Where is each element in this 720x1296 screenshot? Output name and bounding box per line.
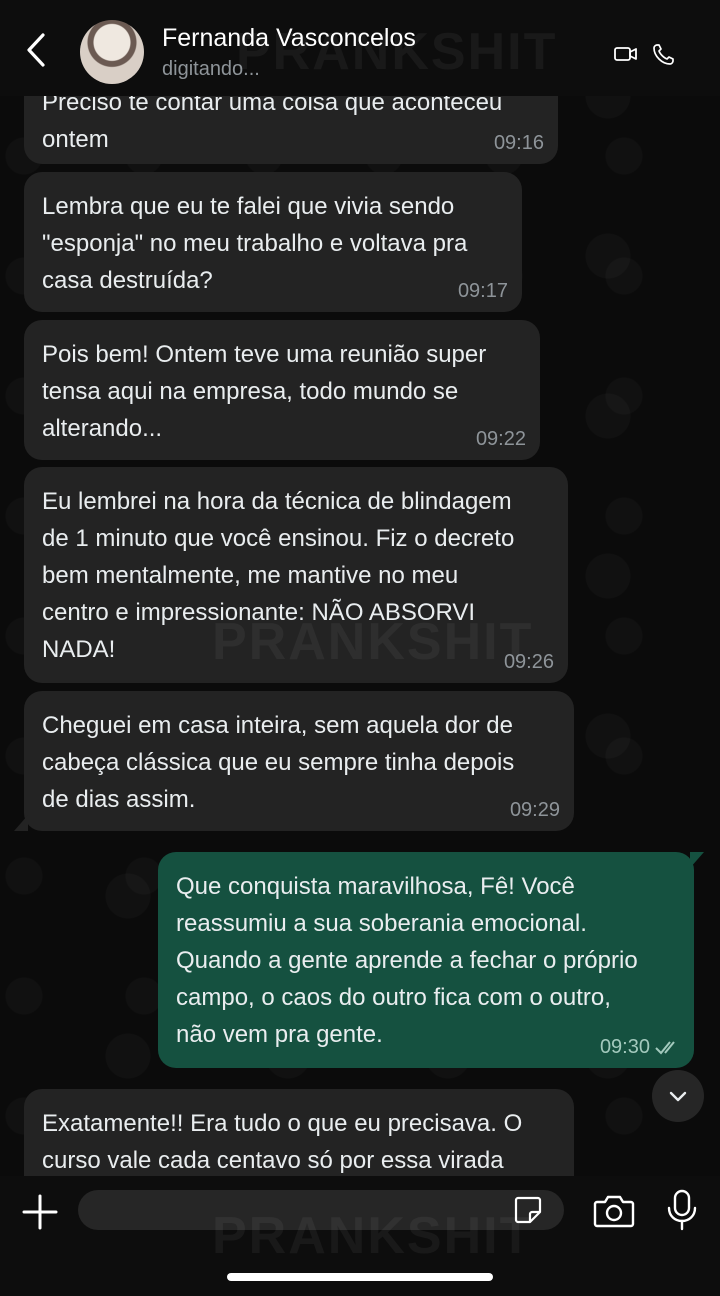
message-bubble-outgoing[interactable]: Que conquista maravilhosa, Fê! Você reas… xyxy=(158,852,704,1068)
chevron-down-icon xyxy=(669,1091,687,1102)
message-text: Cheguei em casa inteira, sem aquela dor … xyxy=(42,712,515,813)
double-check-icon xyxy=(655,1041,675,1055)
message-time: 09:17 xyxy=(457,280,508,302)
message-text: Eu lembrei na hora da técnica de blindag… xyxy=(42,488,515,663)
message-text: Exatamente!! Era tudo o que eu precisava… xyxy=(42,1110,523,1174)
message-time: 09:22 xyxy=(475,428,526,450)
phone-icon[interactable] xyxy=(650,40,678,68)
message-time: 09:30 xyxy=(599,1036,650,1058)
chat-header: Fernanda Vasconcelos digitando... xyxy=(0,0,720,96)
camera-icon[interactable] xyxy=(592,1192,636,1230)
message-list[interactable]: Preciso te contar uma coisa que acontece… xyxy=(0,0,720,1176)
home-indicator xyxy=(227,1273,493,1281)
message-input[interactable] xyxy=(78,1190,564,1230)
back-button[interactable] xyxy=(18,30,54,70)
message-text: Pois bem! Ontem teve uma reunião super t… xyxy=(42,341,487,442)
plus-icon[interactable] xyxy=(20,1192,60,1232)
message-text: Lembra que eu te falei que vivia sendo "… xyxy=(42,193,468,294)
message-bubble-incoming[interactable]: Eu lembrei na hora da técnica de blindag… xyxy=(24,467,568,683)
message-time: 09:29 xyxy=(509,799,560,821)
scroll-to-bottom-button[interactable] xyxy=(652,1070,704,1122)
message-bubble-incoming[interactable]: Lembra que eu te falei que vivia sendo "… xyxy=(24,172,522,312)
message-bubble-incoming[interactable]: Cheguei em casa inteira, sem aquela dor … xyxy=(14,691,574,831)
chevron-left-icon xyxy=(27,33,45,67)
message-bubble-incoming[interactable]: Pois bem! Ontem teve uma reunião super t… xyxy=(24,320,540,460)
message-time: 09:16 xyxy=(493,132,544,154)
message-text: Que conquista maravilhosa, Fê! Você reas… xyxy=(176,873,638,1048)
message-bubble-incoming[interactable]: Exatamente!! Era tudo o que eu precisava… xyxy=(24,1089,574,1176)
contact-status: digitando... xyxy=(162,58,260,80)
contact-avatar[interactable] xyxy=(80,20,144,84)
message-composer xyxy=(0,1176,720,1296)
message-time: 09:26 xyxy=(503,651,554,673)
contact-name[interactable]: Fernanda Vasconcelos xyxy=(162,24,416,53)
microphone-icon[interactable] xyxy=(664,1188,700,1232)
video-camera-icon[interactable] xyxy=(612,40,640,68)
sticker-icon[interactable] xyxy=(512,1194,544,1226)
